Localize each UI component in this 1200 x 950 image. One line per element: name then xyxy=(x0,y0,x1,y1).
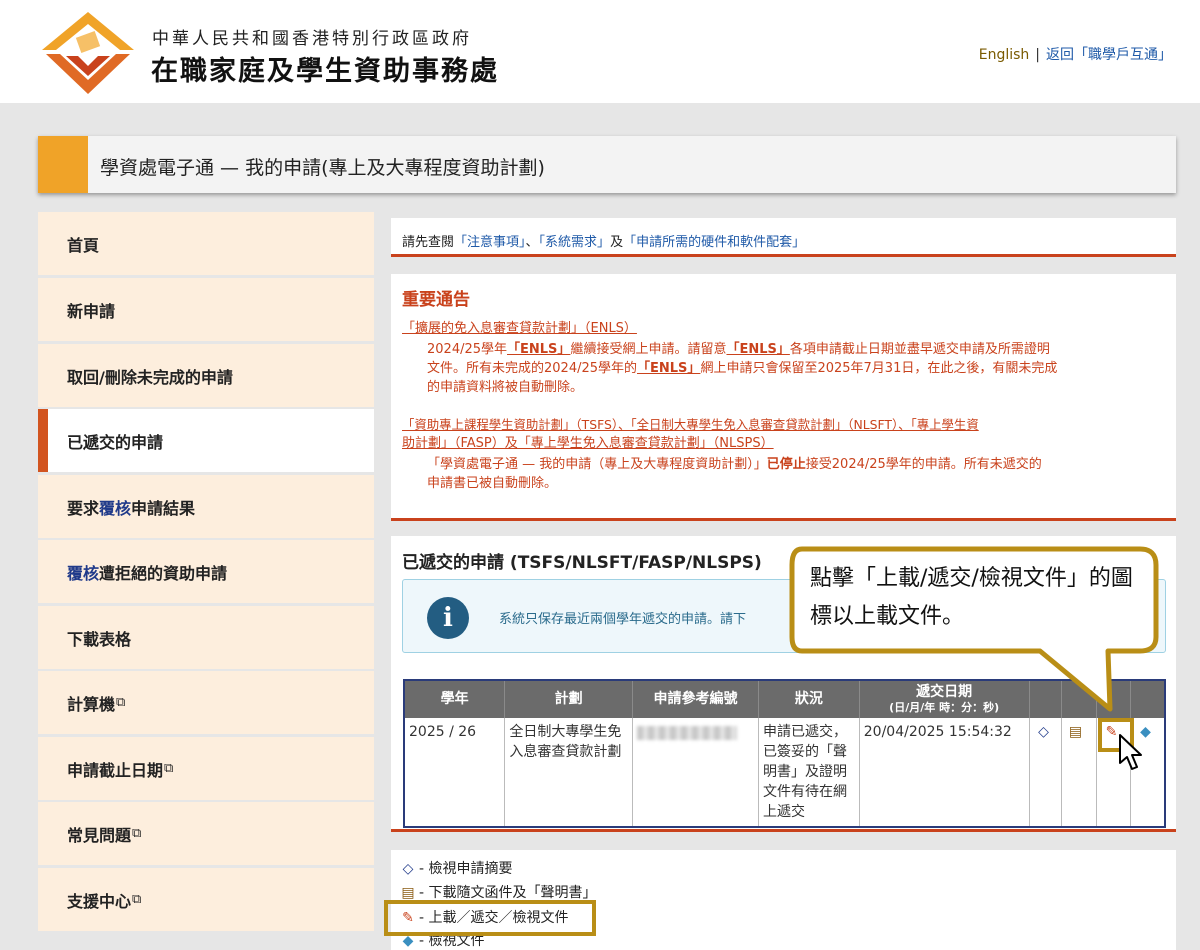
legend-upload-highlight xyxy=(384,900,596,936)
notice-heading-schemes[interactable]: 「資助專上課程學生資助計劃」（TSFS）、「全日制大專學生免入息審查貸款計劃」（… xyxy=(402,416,979,434)
page-title-bar: 學資處電子通 — 我的申請(專上及大專程度資助計劃) xyxy=(38,136,1176,193)
cell-scheme: 全日制大專學生免入息審查貸款計劃 xyxy=(504,718,634,827)
sidebar-item-faq[interactable]: 常見問題 ⧉ xyxy=(38,802,374,865)
legend-docs: ▤ - 下載隨文函件及「聲明書」 xyxy=(397,882,596,902)
sidebar-item-label: 計算機 xyxy=(67,694,116,714)
site-header: 中華人民共和國香港特別行政區政府 在職家庭及學生資助事務處 English | 返回… xyxy=(0,0,1200,103)
cell-action-docs: ▤ xyxy=(1061,718,1098,827)
col-scheme: 計劃 xyxy=(504,680,634,718)
notice-text: 「學資處電子通 — 我的申請（專上及大專程度資助計劃）」已停止接受2024/25… xyxy=(427,457,1042,472)
page-title: 學資處電子通 — 我的申請(專上及大專程度資助計劃) xyxy=(100,157,545,179)
top-links-separator: | xyxy=(1035,47,1040,63)
external-link-icon: ⧉ xyxy=(164,761,174,776)
section-title: 已遞交的申請 (TSFS/NLSFT/FASP/NLSPS) xyxy=(402,553,762,573)
cell-status: 申請已遞交，已簽妥的「聲明書」及證明文件有待在網上遞交 xyxy=(758,718,860,827)
sidebar-item-label: 申請截止日期 xyxy=(67,760,164,780)
system-requirements-link[interactable]: 「系統需求」 xyxy=(539,235,611,250)
department-logo xyxy=(42,12,134,94)
document-download-icon[interactable]: ▤ xyxy=(1066,723,1086,741)
notice-text: 文件。所有未完成的2024/25學年的「ENLS」網上申請只會保留至2025年7… xyxy=(427,361,1058,376)
external-link-icon: ⧉ xyxy=(132,826,142,841)
summary-icon[interactable]: ◇ xyxy=(1034,723,1054,741)
notice-text: 申請書已被自動刪除。 xyxy=(427,476,558,491)
sidebar-item-retrieve-delete[interactable]: 取回/刪除未完成的申請 xyxy=(38,344,374,407)
sidebar-item-label: 首頁 xyxy=(67,235,100,255)
table-row: 2025 / 26 全日制大專學生免入息審查貸款計劃 申請已遞交，已簽妥的「聲明… xyxy=(404,718,1166,827)
cell-action-summary: ◇ xyxy=(1029,718,1062,827)
notice-text: 的申請資料將被自動刪除。 xyxy=(427,380,584,395)
sidebar-item-label: 支援中心 xyxy=(67,891,132,911)
notice-title: 重要通告 xyxy=(402,290,470,310)
cell-year: 2025 / 26 xyxy=(404,718,506,827)
info-icon: i xyxy=(427,597,469,639)
sidebar-item-calculator[interactable]: 計算機 ⧉ xyxy=(38,671,374,734)
sidebar-item-label: 常見問題 xyxy=(67,825,132,845)
agency-name: 在職家庭及學生資助事務處 xyxy=(151,56,499,87)
sidebar-item-submitted[interactable]: 已遞交的申請 xyxy=(38,409,374,472)
pre-reading-panel: 請先查閱「注意事項」、「系統需求」及「申請所需的硬件和軟件配套」 xyxy=(391,218,1176,257)
cell-ref xyxy=(632,718,759,827)
sidebar-item-label: 要求覆核申請結果 xyxy=(67,498,196,518)
sidebar-item-new-application[interactable]: 新申請 xyxy=(38,278,374,341)
english-link[interactable]: English xyxy=(979,47,1030,63)
hardware-software-link[interactable]: 「申請所需的硬件和軟件配套」 xyxy=(623,235,805,250)
sidebar-item-home[interactable]: 首頁 xyxy=(38,212,374,275)
title-accent xyxy=(38,136,88,193)
sidebar-item-support[interactable]: 支援中心 ⧉ xyxy=(38,868,374,931)
notice-heading-enls[interactable]: 「擴展的免入息審查貸款計劃」（ENLS） xyxy=(402,320,637,338)
col-ref: 申請參考編號 xyxy=(632,680,759,718)
sidebar-item-label: 新申請 xyxy=(67,301,116,321)
cell-date: 20/04/2025 15:54:32 xyxy=(859,718,1030,827)
legend-summary: ◇ - 檢視申請摘要 xyxy=(397,858,513,878)
notice-heading-schemes-cont[interactable]: 助計劃」（FASP）及「專上學生免入息審查貸款計劃」（NLSPS） xyxy=(402,435,774,453)
sidebar-item-label: 覆核遭拒絕的資助申請 xyxy=(67,563,228,583)
pre-reading-text: 請先查閱「注意事項」、「系統需求」及「申請所需的硬件和軟件配套」 xyxy=(402,235,806,250)
callout-text: 點擊「上載/遞交/檢視文件」的圖標以上載文件。 xyxy=(810,566,1133,629)
col-year: 學年 xyxy=(404,680,506,718)
redacted-ref-number xyxy=(637,726,738,740)
sidebar-item-deadlines[interactable]: 申請截止日期 ⧉ xyxy=(38,737,374,800)
summary-icon: ◇ xyxy=(402,861,414,877)
sidebar-item-review-rejected[interactable]: 覆核遭拒絕的資助申請 xyxy=(38,540,374,603)
sidebar-item-label: 已遞交的申請 xyxy=(67,432,164,452)
notice-text: 2024/25學年「ENLS」繼續接受網上申請。請留意「ENLS」各項申請截止日… xyxy=(427,342,1050,357)
top-links: English | 返回「職學戶互通」 xyxy=(979,44,1172,64)
sidebar-item-label: 取回/刪除未完成的申請 xyxy=(67,367,233,387)
external-link-icon: ⧉ xyxy=(116,695,126,710)
sidebar-item-request-review[interactable]: 要求覆核申請結果 xyxy=(38,475,374,538)
sidebar-item-download-forms[interactable]: 下載表格 xyxy=(38,606,374,669)
notes-link[interactable]: 「注意事項」 xyxy=(454,235,526,250)
info-text: 系統只保存最近兩個學年遞交的申請。請下 xyxy=(499,612,747,627)
back-portal-link[interactable]: 返回「職學戶互通」 xyxy=(1046,47,1172,63)
sidebar-nav: 首頁 新申請 取回/刪除未完成的申請 已遞交的申請 要求覆核申請結果 覆核遭拒絕… xyxy=(38,212,374,950)
external-link-icon: ⧉ xyxy=(132,892,142,907)
important-notice-panel: 重要通告 「擴展的免入息審查貸款計劃」（ENLS） 2024/25學年「ENLS… xyxy=(391,274,1176,521)
government-name: 中華人民共和國香港特別行政區政府 xyxy=(152,29,472,49)
sidebar-item-label: 下載表格 xyxy=(67,629,132,649)
mouse-cursor-icon xyxy=(1119,734,1142,770)
